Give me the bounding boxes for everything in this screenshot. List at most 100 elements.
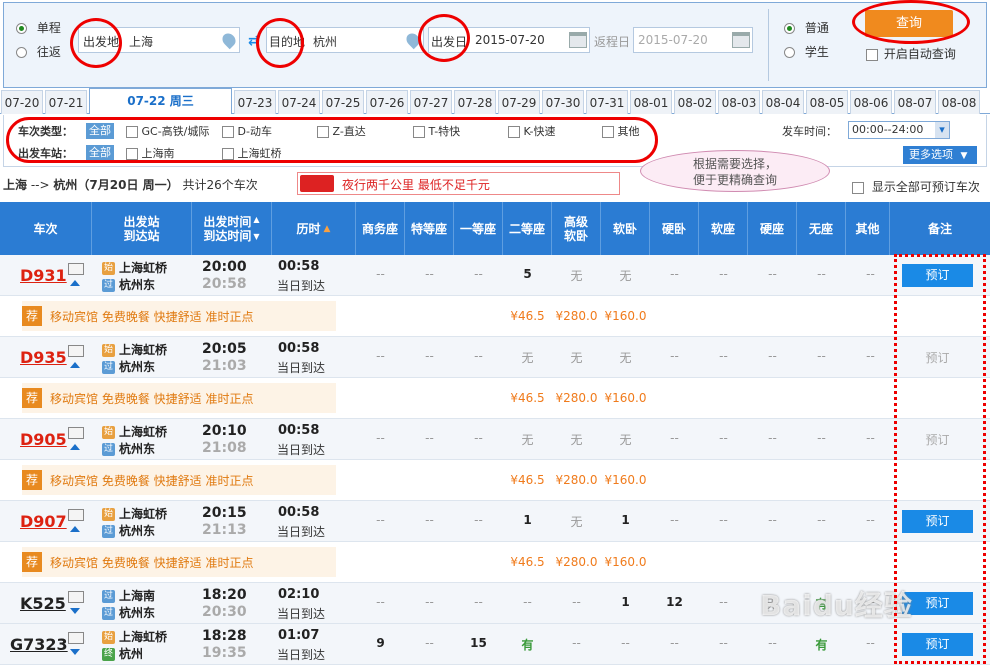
station-type-icon: 过 [102,279,115,292]
col-times[interactable]: 出发时间 到达时间 ▲ ▼ [192,202,272,255]
seat-price: ¥280.0 [555,555,598,569]
expand-up-icon[interactable] [70,280,80,286]
train-number[interactable]: D905 [20,430,67,449]
auto-query-checkbox[interactable]: 开启自动查询 [866,45,956,62]
seat-availability: -- [474,267,483,281]
return-date-field[interactable]: 2015-07-20 [633,27,753,53]
arrive-station: 过杭州东 [102,522,155,539]
station-type-icon: 过 [102,590,115,603]
table-row: D905 始上海虹桥过杭州东 20:10 21:08 00:58 当日到达 -- -- -- 无 无… [0,419,990,460]
seat-availability: -- [866,349,875,363]
recommend-tag: 荐 [22,470,42,490]
date-tab[interactable]: 07-29 [498,90,540,114]
seat-availability: 无 [570,433,583,447]
recommend-banner[interactable]: 荐移动宾馆 免费晚餐 快捷舒适 准时正点 [22,465,336,495]
from-value: 上海 [129,35,154,49]
ticket-student-radio[interactable]: 学生 [784,43,829,60]
date-tab[interactable]: 07-23 [234,90,276,114]
date-tab[interactable]: 07-20 [1,90,43,114]
more-options-button[interactable]: 更多选项 ▼ [903,146,977,164]
promo-banner[interactable]: 夜行两千公里 最低不足千元 [297,172,620,195]
train-number[interactable]: D907 [20,512,67,531]
date-tab[interactable]: 07-27 [410,90,452,114]
arrival-day: 当日到达 [277,443,326,457]
duration: 00:58 [278,505,320,520]
seat-availability: 5 [523,267,532,281]
seat-availability: 无 [521,433,534,447]
recommend-tag: 荐 [22,552,42,572]
depart-time: 18:28 [202,628,247,644]
hint-tooltip: 根据需要选择， 便于更精确查询 [640,150,830,192]
id-card-icon [68,345,84,357]
depart-date-value: 2015-07-20 [475,33,545,47]
seat-availability: -- [425,349,434,363]
seat-availability: -- [670,513,679,527]
date-tab[interactable]: 08-06 [850,90,892,114]
seat-availability: -- [719,595,728,609]
depart-time-select[interactable]: 00:00--24:00 [848,121,950,139]
date-tab[interactable]: 07-28 [454,90,496,114]
expand-up-icon[interactable] [70,444,80,450]
depart-station-name: 上海虹桥 [119,343,168,357]
duration: 00:58 [278,341,320,356]
col-seat: 硬卧 [650,202,699,255]
seat-availability: -- [474,595,483,609]
recommend-banner[interactable]: 荐移动宾馆 免费晚餐 快捷舒适 准时正点 [22,547,336,577]
col-duration[interactable]: 历时 ▲ [272,202,356,255]
seat-availability: 有 [521,638,534,652]
date-tab[interactable]: 08-03 [718,90,760,114]
date-tab-active[interactable]: 07-22 周三 [89,88,232,114]
show-all-checkbox[interactable]: 显示全部可预订车次 [852,178,980,195]
date-tab[interactable]: 08-05 [806,90,848,114]
recommend-banner[interactable]: 荐移动宾馆 免费晚餐 快捷舒适 准时正点 [22,383,336,413]
col-train[interactable]: 车次 [0,202,92,255]
trip-oneway-radio[interactable]: 单程 [16,19,61,36]
train-number[interactable]: G7323 [10,635,68,654]
depart-time: 20:00 [202,259,247,275]
id-card-icon [68,632,84,644]
expand-up-icon[interactable] [70,362,80,368]
date-tab[interactable]: 07-21 [45,90,87,114]
col-stations[interactable]: 出发站 到达站 [92,202,192,255]
expand-down-icon[interactable] [70,608,80,614]
expand-down-icon[interactable] [70,649,80,655]
arrive-time: 21:08 [202,440,247,456]
depart-time: 18:20 [202,587,247,603]
seat-availability: 无 [619,269,632,283]
train-number[interactable]: D935 [20,348,67,367]
route-from: 上海 [3,178,28,192]
col-time1-label: 出发时间 [203,214,252,229]
id-card-icon [68,427,84,439]
train-number[interactable]: K525 [20,594,66,613]
date-tab[interactable]: 07-26 [366,90,408,114]
recommend-banner[interactable]: 荐移动宾馆 免费晚餐 快捷舒适 准时正点 [22,301,336,331]
date-tab[interactable]: 07-24 [278,90,320,114]
seat-availability: 无 [619,351,632,365]
seat-availability: -- [670,349,679,363]
sort-up-icon: ▲ [323,223,331,234]
seat-availability: -- [474,349,483,363]
date-tab[interactable]: 07-25 [322,90,364,114]
date-tab[interactable]: 08-04 [762,90,804,114]
recommend-text: 移动宾馆 免费晚餐 快捷舒适 准时正点 [50,392,254,406]
col-seat: 软卧 [601,202,650,255]
ticket-normal-radio[interactable]: 普通 [784,19,829,36]
expand-up-icon[interactable] [70,526,80,532]
date-tab[interactable]: 07-30 [542,90,584,114]
depart-station: 过上海南 [102,587,155,604]
train-number[interactable]: D931 [20,266,67,285]
station-type-icon: 始 [102,262,115,275]
date-tab[interactable]: 08-01 [630,90,672,114]
station-type-icon: 始 [102,344,115,357]
seat-availability: -- [719,513,728,527]
trip-round-radio[interactable]: 往返 [16,43,61,60]
annotation-circle [70,18,122,68]
date-tab[interactable]: 08-07 [894,90,936,114]
date-tab[interactable]: 07-31 [586,90,628,114]
date-tab[interactable]: 08-08 [938,90,980,114]
date-tab[interactable]: 08-02 [674,90,716,114]
col-seat: 软座 [699,202,748,255]
seat-availability: -- [768,431,777,445]
seat-availability: 无 [570,515,583,529]
seat-availability: 有 [815,638,828,652]
